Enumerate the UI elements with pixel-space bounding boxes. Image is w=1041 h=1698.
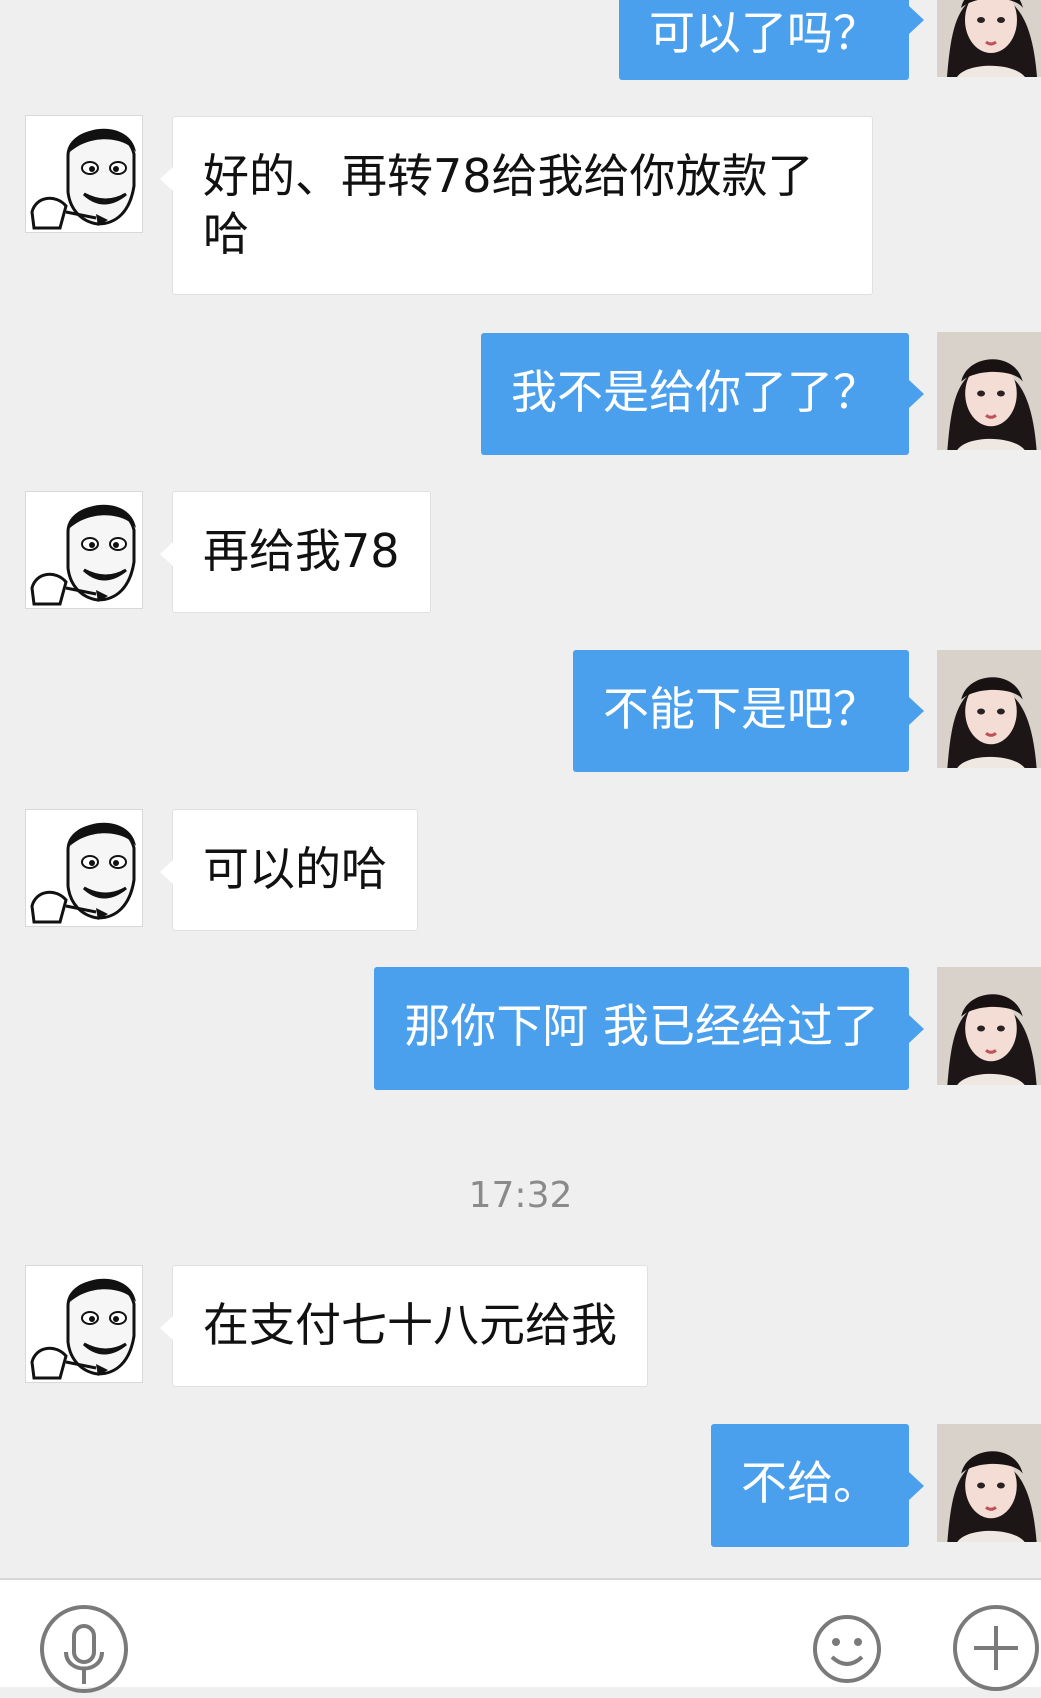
message-text: 可以的哈	[203, 842, 387, 896]
contact-avatar[interactable]	[25, 115, 143, 233]
voice-button[interactable]	[39, 1604, 129, 1694]
incoming-message[interactable]: 在支付七十八元给我	[160, 1265, 648, 1387]
cartoon-man-avatar-icon	[26, 1266, 142, 1382]
message-text: 在支付七十八元给我	[203, 1298, 617, 1352]
outgoing-message[interactable]: 不能下是吧？	[573, 650, 924, 772]
self-avatar[interactable]	[937, 332, 1041, 450]
incoming-message[interactable]: 好的、再转78给我给你放款了哈	[160, 116, 873, 295]
message-text: 再给我78	[203, 524, 400, 578]
self-avatar[interactable]	[937, 0, 1041, 77]
message-text: 我不是给你了了？	[511, 365, 879, 419]
woman-photo-avatar-icon	[937, 967, 1041, 1085]
message-text: 那你下阿 我已经给过了	[404, 999, 879, 1053]
smiley-icon	[813, 1615, 881, 1683]
message-text: 不能下是吧？	[603, 682, 879, 736]
more-button[interactable]	[952, 1604, 1040, 1692]
cartoon-man-avatar-icon	[26, 810, 142, 926]
input-toolbar	[0, 1578, 1041, 1693]
outgoing-message[interactable]: 可以了吗？	[619, 0, 924, 80]
outgoing-message[interactable]: 不给。	[711, 1424, 924, 1547]
microphone-icon	[40, 1605, 128, 1693]
woman-photo-avatar-icon	[937, 332, 1041, 450]
woman-photo-avatar-icon	[937, 650, 1041, 768]
self-avatar[interactable]	[937, 1424, 1041, 1542]
emoji-button[interactable]	[811, 1613, 883, 1685]
incoming-message[interactable]: 可以的哈	[160, 809, 418, 931]
woman-photo-avatar-icon	[937, 1424, 1041, 1542]
self-avatar[interactable]	[937, 967, 1041, 1085]
message-text: 可以了吗？	[649, 6, 879, 60]
chat-timestamp: 17:32	[468, 1175, 573, 1216]
message-text: 好的、再转78给我给你放款了哈	[203, 149, 814, 261]
contact-avatar[interactable]	[25, 491, 143, 609]
self-avatar[interactable]	[937, 650, 1041, 768]
plus-icon	[953, 1605, 1039, 1691]
message-text: 不给。	[741, 1456, 879, 1510]
outgoing-message[interactable]: 那你下阿 我已经给过了	[374, 967, 924, 1090]
outgoing-message[interactable]: 我不是给你了了？	[481, 333, 924, 455]
contact-avatar[interactable]	[25, 809, 143, 927]
incoming-message[interactable]: 再给我78	[160, 491, 431, 613]
woman-photo-avatar-icon	[937, 0, 1041, 77]
cartoon-man-avatar-icon	[26, 492, 142, 608]
cartoon-man-avatar-icon	[26, 116, 142, 232]
contact-avatar[interactable]	[25, 1265, 143, 1383]
chat-area[interactable]: 可以了吗？ 好的、再转78给我给你放款了哈 我不是给你了了？ 再给我78 不能下…	[0, 0, 1041, 1578]
